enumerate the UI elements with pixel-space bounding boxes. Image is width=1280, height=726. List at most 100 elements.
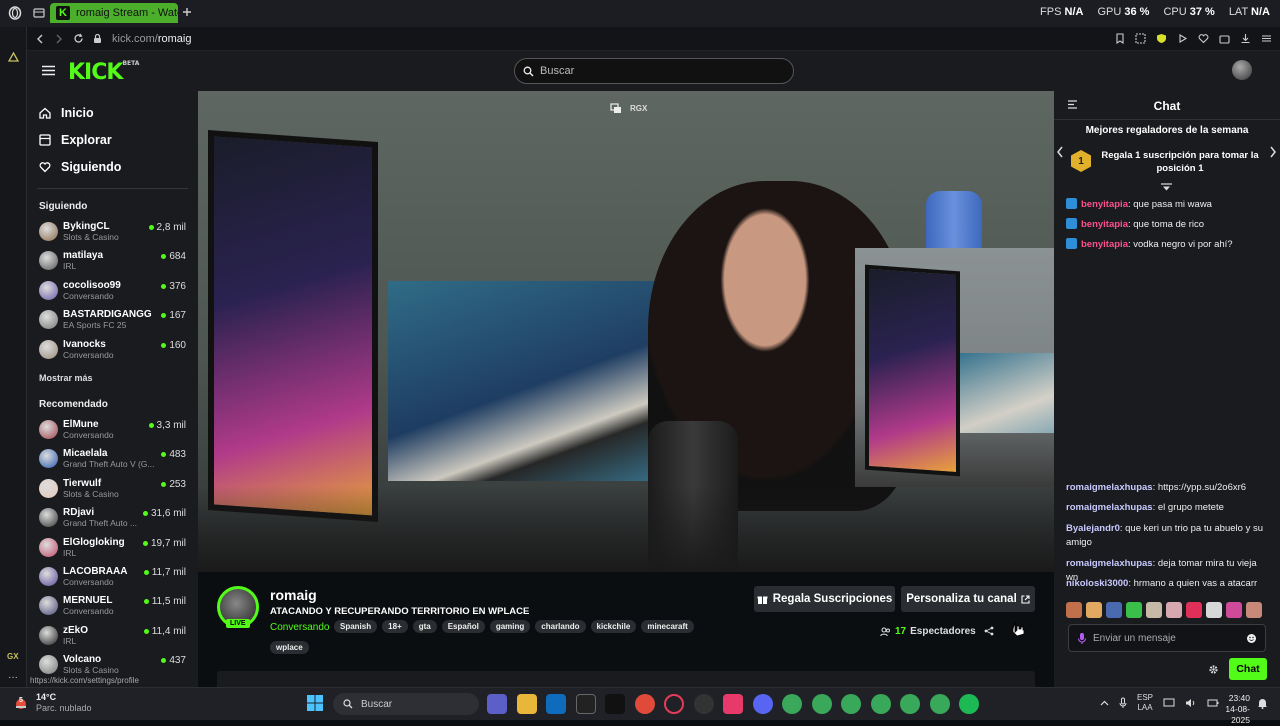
notification-bell-icon[interactable] — [1257, 697, 1268, 709]
stream-tag[interactable]: charlando — [535, 620, 586, 633]
gift-subscriptions-button[interactable]: Regala Suscripciones — [754, 586, 895, 612]
chat-username[interactable]: romaigmelaxhupas — [1066, 502, 1153, 513]
volume-icon[interactable] — [1185, 698, 1197, 708]
file-explorer-icon[interactable] — [516, 694, 537, 714]
url-text[interactable]: kick.com/romaig — [112, 33, 191, 45]
teams-app-icon[interactable] — [487, 694, 507, 714]
gifter-prompt[interactable]: Regala 1 suscripción para tomar la posic… — [1100, 149, 1260, 175]
sidebar-channel-item[interactable]: Ivanocks Conversando 160 — [27, 336, 198, 365]
lock-icon[interactable] — [93, 33, 102, 44]
sidebar-channel-item[interactable]: MERNUEL Conversando 11,5 mil — [27, 592, 198, 621]
bookmark-icon[interactable] — [1115, 33, 1125, 44]
user-avatar[interactable] — [1232, 60, 1252, 80]
chevron-left-icon[interactable] — [1056, 146, 1064, 158]
search-bar[interactable] — [514, 58, 794, 84]
emote-icon[interactable] — [1166, 602, 1182, 618]
more-icon[interactable]: ··· — [8, 672, 18, 683]
nav-following[interactable]: Siguiendo — [27, 154, 198, 180]
chat-message[interactable]: benyitapia: vodka negro vi por ahí? — [1066, 238, 1271, 252]
chrome-profile-5-icon[interactable] — [900, 694, 920, 714]
chrome-profile-2-icon[interactable] — [811, 694, 832, 714]
wallet-icon[interactable] — [1219, 33, 1230, 44]
emote-icon[interactable] — [1086, 602, 1102, 618]
chat-message[interactable]: benyitapia: que pasa mi wawa — [1066, 198, 1271, 212]
sidebar-channel-item[interactable]: LACOBRAAA Conversando 11,7 mil — [27, 563, 198, 592]
emote-icon[interactable] — [1146, 602, 1162, 618]
nav-home[interactable]: Inicio — [27, 100, 198, 126]
chat-username[interactable]: benyitapia — [1081, 199, 1128, 210]
outlook-app-icon[interactable] — [546, 694, 566, 714]
player-overlay-label[interactable]: RGX — [630, 104, 647, 113]
network-icon[interactable] — [1163, 698, 1175, 708]
chat-message[interactable]: romaigmelaxhupas: el grupo metete — [1066, 501, 1271, 515]
chat-message[interactable]: Byalejandr0: que keri un trio pa tu abue… — [1066, 522, 1271, 550]
taskbar-search[interactable]: Buscar — [333, 693, 479, 715]
emote-icon[interactable] — [1126, 602, 1142, 618]
chrome-profile-1-icon[interactable] — [782, 694, 802, 714]
reload-icon[interactable] — [73, 33, 84, 44]
stream-tag[interactable]: wplace — [270, 641, 309, 654]
tray-chevron-up-icon[interactable] — [1100, 700, 1109, 706]
chrome-app-icon[interactable] — [634, 694, 655, 714]
download-icon[interactable] — [1240, 33, 1251, 44]
customize-channel-button[interactable]: Personaliza tu canal — [901, 586, 1035, 612]
sidebar-channel-item[interactable]: matilaya IRL 684 — [27, 247, 198, 276]
chevron-right-icon[interactable] — [1269, 146, 1277, 158]
sidebar-channel-item[interactable]: BASTARDIGANGG EA Sports FC 25 167 — [27, 306, 198, 335]
play-icon[interactable] — [1177, 33, 1188, 44]
emote-icon[interactable] — [1206, 602, 1222, 618]
sidebar-channel-item[interactable]: cocolisoo99 Conversando 376 — [27, 277, 198, 306]
chrome-profile-3-icon[interactable] — [841, 694, 861, 714]
emoji-icon[interactable] — [1246, 633, 1257, 644]
show-more-link[interactable]: Mostrar más — [27, 373, 198, 383]
chat-input-box[interactable] — [1068, 624, 1266, 652]
chat-username[interactable]: romaigmelaxhupas — [1066, 482, 1153, 493]
sidebar-channel-item[interactable]: ElMune Conversando 3,3 mil — [27, 416, 198, 445]
opera-app-icon[interactable] — [664, 694, 684, 714]
tiktok-live-icon[interactable] — [723, 694, 743, 714]
sidebar-channel-item[interactable]: Micaelala Grand Theft Auto V (G... 483 — [27, 445, 198, 474]
gx-control-icon[interactable] — [7, 51, 20, 64]
kick-logo[interactable]: KICKBETA — [68, 60, 139, 85]
stream-category[interactable]: Conversando — [270, 622, 329, 633]
new-tab-icon[interactable] — [182, 7, 192, 17]
sidebar-channel-item[interactable]: RDjavi Grand Theft Auto ... 31,6 mil — [27, 504, 198, 533]
emote-icon[interactable] — [1186, 602, 1202, 618]
sidebar-channel-item[interactable]: zEkO IRL 11,4 mil — [27, 622, 198, 651]
sidebar-channel-item[interactable]: BykingCL Slots & Casino 2,8 mil — [27, 218, 198, 247]
stream-tag[interactable]: Español — [441, 620, 485, 633]
sidebar-channel-item[interactable]: ElGlogloking IRL 19,7 mil — [27, 534, 198, 563]
chat-username[interactable]: Byalejandr0 — [1066, 523, 1120, 534]
tab-workspaces-icon[interactable] — [33, 7, 45, 19]
share-icon[interactable] — [984, 626, 994, 636]
nav-explore[interactable]: Explorar — [27, 127, 198, 153]
opera-gx-logo-icon[interactable] — [8, 6, 22, 20]
tray-microphone-icon[interactable] — [1119, 697, 1127, 709]
emote-icon[interactable] — [1226, 602, 1242, 618]
emote-icon[interactable] — [1246, 602, 1262, 618]
gx-label[interactable]: GX — [7, 652, 19, 661]
chat-message-input[interactable] — [1093, 632, 1223, 644]
epic-games-icon[interactable] — [575, 694, 596, 714]
opera-gx-app-icon[interactable] — [693, 694, 714, 714]
streamer-name[interactable]: romaig — [270, 587, 317, 603]
stream-tag[interactable]: kickchile — [590, 620, 637, 633]
chrome-profile-4-icon[interactable] — [870, 694, 891, 714]
weather-widget[interactable]: 5 14°C Parc. nublado — [12, 692, 92, 714]
chrome-profile-6-icon[interactable] — [929, 694, 950, 714]
chat-username[interactable]: benyitapia — [1081, 219, 1128, 230]
tiktok-app-icon[interactable] — [605, 694, 625, 714]
input-language[interactable]: ESP LAA — [1137, 693, 1153, 713]
emote-icon[interactable] — [1106, 602, 1122, 618]
chat-settings-gear-icon[interactable] — [1208, 664, 1219, 675]
search-input[interactable] — [540, 65, 770, 77]
taskbar-clock[interactable]: 23:40 14-08-2025 — [1208, 693, 1250, 726]
back-icon[interactable] — [35, 34, 45, 44]
pinned-expand-icon[interactable] — [1161, 183, 1172, 192]
picture-in-picture-icon[interactable] — [610, 103, 622, 114]
chat-message[interactable]: benyitapia: que toma de rico — [1066, 218, 1271, 232]
microphone-icon[interactable] — [1077, 632, 1087, 645]
chat-message[interactable]: romaigmelaxhupas: https://ypp.su/2o6xr6 — [1066, 481, 1271, 495]
menu-icon[interactable] — [1261, 33, 1272, 44]
discord-app-icon[interactable] — [752, 694, 773, 714]
